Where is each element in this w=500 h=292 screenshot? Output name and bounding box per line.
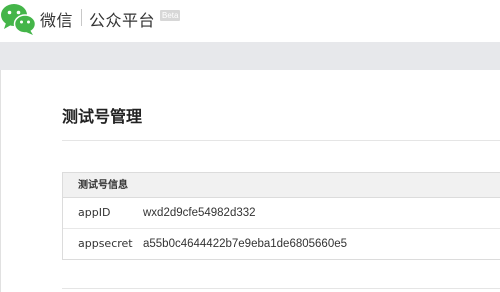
test-account-info-panel: 测试号信息 appID wxd2d9cfe54982d332 appsecret… bbox=[62, 172, 500, 260]
brand-name[interactable]: 微信 bbox=[40, 7, 73, 31]
panel-heading: 测试号信息 bbox=[63, 173, 500, 198]
table-row: appsecret a55b0c4644422b7e9eba1de6805660… bbox=[63, 228, 500, 258]
wechat-logo-icon[interactable] bbox=[0, 2, 36, 36]
bottom-divider bbox=[62, 288, 500, 289]
title-divider bbox=[62, 140, 500, 141]
header-band bbox=[0, 42, 500, 70]
beta-badge: Beta bbox=[160, 10, 181, 21]
appid-value[interactable]: wxd2d9cfe54982d332 bbox=[143, 198, 256, 228]
top-bar: 微信 公众平台 Beta bbox=[0, 0, 500, 40]
page-title: 测试号管理 bbox=[62, 107, 143, 126]
table-row: appID wxd2d9cfe54982d332 bbox=[63, 198, 500, 228]
appsecret-value[interactable]: a55b0c4644422b7e9eba1de6805660e5 bbox=[143, 229, 347, 259]
appid-label: appID bbox=[78, 206, 111, 219]
platform-name[interactable]: 公众平台 bbox=[89, 7, 155, 31]
header-divider bbox=[81, 9, 82, 26]
appsecret-label: appsecret bbox=[78, 237, 133, 250]
